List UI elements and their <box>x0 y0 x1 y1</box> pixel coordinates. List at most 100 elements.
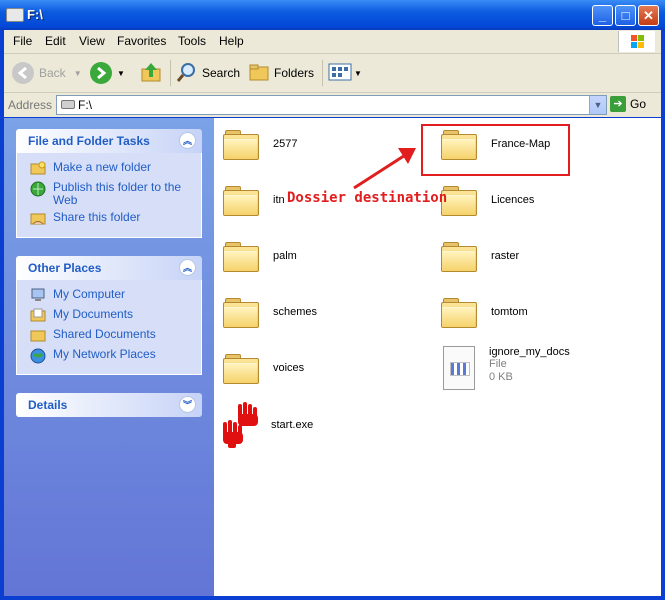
up-folder-icon <box>140 61 162 86</box>
file-type: File <box>489 358 507 370</box>
panel-header[interactable]: Details ︾ <box>16 393 202 417</box>
views-icon <box>328 61 352 86</box>
folder-label: schemes <box>273 306 318 318</box>
windows-logo-icon <box>618 31 655 52</box>
window-title: F:\ <box>27 7 43 22</box>
file-label: start.exe <box>271 419 314 431</box>
folder-label: 2577 <box>273 138 298 150</box>
maximize-button[interactable]: □ <box>615 5 636 26</box>
folder-label: voices <box>273 362 305 374</box>
drive-icon <box>61 100 75 109</box>
place-network-places[interactable]: My Network Places <box>17 348 201 364</box>
toolbar-separator <box>322 60 323 86</box>
menu-bar: File Edit View Favorites Tools Help <box>4 30 661 54</box>
folder-item[interactable]: Licences <box>441 184 534 216</box>
views-button[interactable]: ▼ <box>328 59 362 87</box>
back-button[interactable]: Back ▼ <box>12 59 82 87</box>
share-folder-icon <box>30 211 46 225</box>
folder-item[interactable]: 2577 <box>223 128 297 160</box>
task-pane: File and Folder Tasks ︽ Make a new folde… <box>4 118 214 596</box>
go-button[interactable]: ➔ Go <box>610 96 646 112</box>
shared-documents-icon <box>30 328 46 342</box>
folder-item[interactable]: palm <box>223 240 297 272</box>
collapse-chevron-icon[interactable]: ︽ <box>179 132 196 149</box>
details-panel: Details ︾ <box>16 393 202 417</box>
place-my-computer[interactable]: My Computer <box>17 288 201 304</box>
folders-icon <box>248 61 270 86</box>
task-make-new-folder[interactable]: Make a new folder <box>17 161 201 177</box>
my-computer-icon <box>30 288 46 302</box>
drive-icon <box>6 8 24 22</box>
menu-tools[interactable]: Tools <box>178 34 206 48</box>
address-value: F:\ <box>78 98 92 112</box>
folder-item[interactable]: schemes <box>223 296 317 328</box>
collapse-chevron-icon[interactable]: ︽ <box>179 259 196 276</box>
exe-item[interactable]: start.exe <box>220 402 313 448</box>
start-exe-icon <box>220 402 264 448</box>
folder-item[interactable]: itn <box>223 184 285 216</box>
place-label: My Computer <box>53 287 126 301</box>
task-share-folder[interactable]: Share this folder <box>17 211 201 227</box>
other-places-panel: Other Places ︽ My Computer My Documents … <box>16 256 202 375</box>
panel-title: Other Places <box>28 261 102 275</box>
panel-title: Details <box>28 398 68 412</box>
expand-chevron-icon[interactable]: ︾ <box>179 396 196 413</box>
menu-help[interactable]: Help <box>219 34 244 48</box>
folders-button[interactable]: Folders <box>248 59 314 87</box>
menu-view[interactable]: View <box>79 34 105 48</box>
back-dropdown-icon[interactable]: ▼ <box>74 69 82 78</box>
annotation-arrow <box>350 140 430 195</box>
network-places-icon <box>30 348 46 364</box>
panel-header[interactable]: Other Places ︽ <box>16 256 202 280</box>
folder-label: Licences <box>491 194 535 206</box>
up-folder-button[interactable] <box>140 59 162 87</box>
menu-file[interactable]: File <box>13 34 32 48</box>
folder-item[interactable]: raster <box>441 240 519 272</box>
file-item[interactable]: ignore_my_docs File 0 KB <box>441 346 570 390</box>
panel-title: File and Folder Tasks <box>28 134 150 148</box>
views-dropdown-icon[interactable]: ▼ <box>354 69 362 78</box>
back-label: Back <box>39 66 66 80</box>
search-label: Search <box>202 66 241 80</box>
panel-body: Make a new folder Publish this folder to… <box>16 153 202 238</box>
task-label: Share this folder <box>53 210 141 224</box>
folders-label: Folders <box>274 66 315 80</box>
search-button[interactable]: Search <box>176 59 240 87</box>
close-button[interactable]: ✕ <box>638 5 659 26</box>
folder-icon <box>223 352 259 384</box>
panel-header[interactable]: File and Folder Tasks ︽ <box>16 129 202 153</box>
address-input[interactable]: F:\ ▼ <box>56 95 607 115</box>
task-publish-web[interactable]: Publish this folder to the Web <box>17 181 201 207</box>
folder-icon <box>223 128 259 160</box>
folder-item[interactable]: tomtom <box>441 296 528 328</box>
new-folder-icon <box>30 161 46 175</box>
forward-button[interactable]: ▼ <box>90 59 125 87</box>
folder-icon <box>223 240 259 272</box>
panel-body: My Computer My Documents Shared Document… <box>16 280 202 375</box>
folder-label: raster <box>491 250 520 262</box>
folder-item[interactable]: voices <box>223 352 304 384</box>
menu-edit[interactable]: Edit <box>45 34 66 48</box>
folder-label: itn <box>273 194 285 206</box>
back-arrow-icon <box>12 62 34 84</box>
folder-icon <box>441 296 477 328</box>
address-dropdown-icon[interactable]: ▼ <box>589 96 606 114</box>
file-size: 0 KB <box>489 371 513 383</box>
title-bar[interactable]: F:\ _ □ ✕ <box>0 0 665 30</box>
minimize-button[interactable]: _ <box>592 5 613 26</box>
document-icon <box>441 346 475 390</box>
publish-web-icon <box>30 181 46 197</box>
explorer-window: F:\ _ □ ✕ File Edit View Favorites Tools… <box>0 0 665 600</box>
address-bar: Address F:\ ▼ ➔ Go <box>4 93 661 117</box>
menu-favorites[interactable]: Favorites <box>117 34 166 48</box>
go-label: Go <box>630 97 647 111</box>
forward-dropdown-icon[interactable]: ▼ <box>117 69 125 78</box>
place-shared-documents[interactable]: Shared Documents <box>17 328 201 344</box>
go-arrow-icon: ➔ <box>610 96 626 112</box>
folder-icon <box>223 296 259 328</box>
search-icon <box>176 61 198 86</box>
folder-icon <box>223 184 259 216</box>
place-my-documents[interactable]: My Documents <box>17 308 201 324</box>
my-documents-icon <box>30 308 46 322</box>
toolbar: Back ▼ ▼ Search Folders ▼ <box>4 54 661 93</box>
